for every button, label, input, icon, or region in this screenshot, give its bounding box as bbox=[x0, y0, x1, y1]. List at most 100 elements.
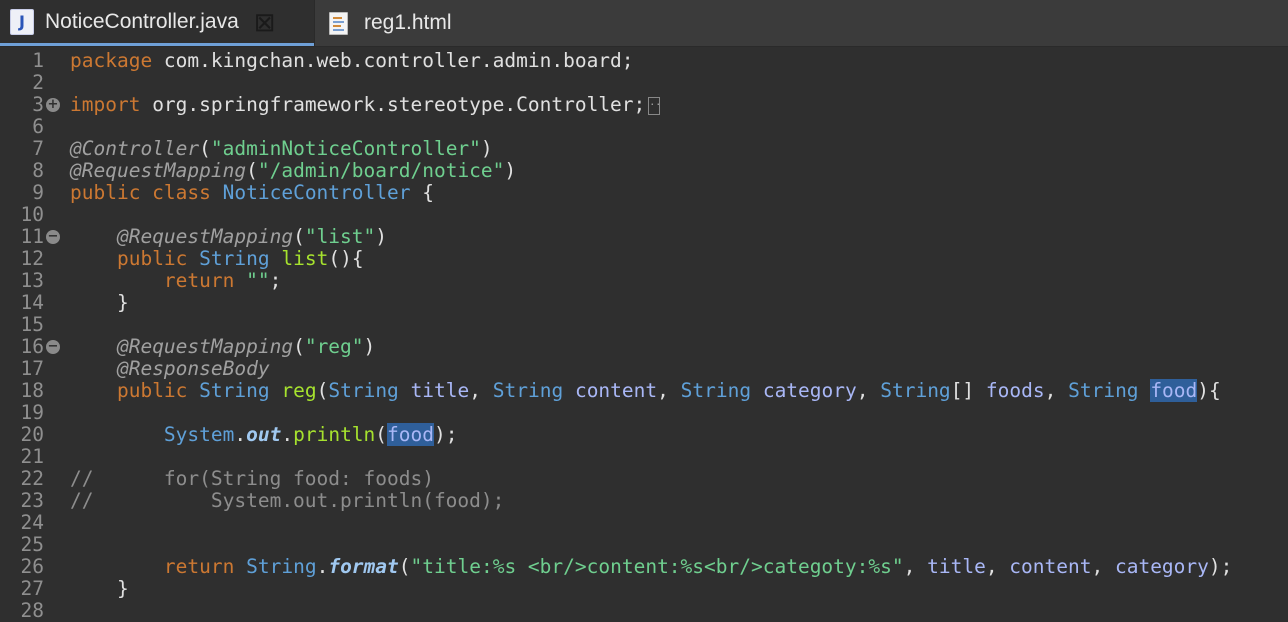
code-token: ); bbox=[434, 423, 458, 446]
code-token: , bbox=[657, 379, 681, 402]
code-line[interactable]: 12 public String list(){ bbox=[0, 248, 1288, 270]
code-line[interactable]: 11− @RequestMapping("list") bbox=[0, 226, 1288, 248]
expand-fold-icon[interactable]: + bbox=[46, 98, 60, 112]
code-token: food bbox=[1150, 379, 1198, 402]
code-editor[interactable]: 1 package com.kingchan.web.controller.adm… bbox=[0, 47, 1288, 622]
code-line[interactable]: 22 // for(String food: foods) bbox=[0, 468, 1288, 490]
code-token: , bbox=[469, 379, 493, 402]
code-line[interactable]: 20 System.out.println(food); bbox=[0, 423, 1288, 446]
line-number: 15 bbox=[20, 313, 44, 336]
line-number: 12 bbox=[20, 247, 44, 270]
code-line[interactable]: 18 public String reg(String title, Strin… bbox=[0, 379, 1288, 402]
code-text: System.out.println(food); bbox=[70, 423, 458, 446]
line-number: 23 bbox=[20, 489, 44, 512]
code-line[interactable]: 10 bbox=[0, 204, 1288, 226]
line-number: 18 bbox=[20, 379, 44, 402]
code-token: @RequestMapping bbox=[70, 159, 247, 182]
code-line[interactable]: 19 bbox=[0, 402, 1288, 424]
code-token: , bbox=[985, 555, 1010, 578]
code-token: @RequestMapping bbox=[116, 335, 294, 358]
code-line[interactable]: 28 bbox=[0, 600, 1288, 622]
code-token: String bbox=[680, 379, 752, 402]
code-line[interactable]: 15 bbox=[0, 314, 1288, 336]
code-line[interactable]: 24 bbox=[0, 512, 1288, 534]
code-line[interactable]: 27 } bbox=[0, 578, 1288, 600]
code-token: ); bbox=[1208, 555, 1233, 578]
code-line[interactable]: 17 @ResponseBody bbox=[0, 358, 1288, 380]
code-text: import org.springframework.stereotype.Co… bbox=[70, 93, 661, 116]
code-token: ){ bbox=[1197, 379, 1221, 402]
tab-notice-controller-java[interactable]: J NoticeController.java ⊠ bbox=[0, 0, 314, 46]
code-token: String bbox=[328, 379, 399, 402]
collapse-fold-icon[interactable]: − bbox=[46, 340, 60, 354]
code-token: category bbox=[1114, 555, 1209, 578]
code-token: reg bbox=[281, 379, 317, 402]
code-text: // for(String food: foods) bbox=[70, 468, 434, 490]
line-number: 21 bbox=[20, 445, 44, 468]
code-token: content bbox=[1009, 555, 1092, 578]
code-token: content bbox=[574, 379, 658, 402]
code-line[interactable]: 23 // System.out.println(food); bbox=[0, 490, 1288, 512]
code-token: (){ bbox=[328, 247, 364, 270]
code-token: } bbox=[70, 577, 129, 600]
code-token: "adminNoticeController" bbox=[210, 137, 481, 160]
code-line[interactable]: 7 @Controller("adminNoticeController") bbox=[0, 138, 1288, 160]
line-number: 1 bbox=[32, 49, 44, 72]
code-token: package bbox=[70, 49, 153, 72]
code-token: . bbox=[234, 423, 247, 446]
code-line[interactable]: 6 bbox=[0, 116, 1288, 138]
code-line[interactable]: 14 } bbox=[0, 292, 1288, 314]
code-token: System bbox=[163, 423, 235, 446]
code-text: return ""; bbox=[70, 270, 281, 292]
code-line[interactable]: 13 return ""; bbox=[0, 270, 1288, 292]
java-file-icon: J bbox=[10, 8, 34, 35]
code-line[interactable]: 21 bbox=[0, 446, 1288, 468]
code-text: // System.out.println(food); bbox=[70, 490, 504, 512]
close-icon[interactable]: ⊠ bbox=[254, 9, 276, 35]
code-line[interactable]: 16− @RequestMapping("reg") bbox=[0, 336, 1288, 358]
code-line[interactable]: 26 return String.format("title:%s <br/>c… bbox=[0, 556, 1288, 578]
code-token: list bbox=[281, 247, 329, 270]
code-line[interactable]: 1 package com.kingchan.web.controller.adm… bbox=[0, 50, 1288, 72]
code-token: [] bbox=[950, 379, 986, 402]
code-line[interactable]: 9 public class NoticeController { bbox=[0, 182, 1288, 204]
code-text: } bbox=[70, 578, 129, 600]
code-text: @RequestMapping("list") bbox=[70, 226, 387, 248]
line-number: 7 bbox=[32, 137, 44, 160]
tab-label: NoticeController.java bbox=[45, 9, 239, 33]
code-line[interactable]: 8 @RequestMapping("/admin/board/notice") bbox=[0, 160, 1288, 182]
code-token: ( bbox=[398, 555, 411, 578]
code-token: String bbox=[1068, 379, 1139, 402]
code-line[interactable]: 3 + import org.springframework.stereotype.… bbox=[0, 94, 1288, 116]
code-token: food bbox=[387, 423, 435, 446]
code-line[interactable]: 25 bbox=[0, 534, 1288, 556]
editor-tab-bar: J NoticeController.java ⊠ reg1.html bbox=[0, 0, 1288, 47]
code-token: } bbox=[70, 291, 129, 314]
code-token: . bbox=[316, 555, 329, 578]
code-token: return bbox=[163, 555, 235, 578]
code-line[interactable]: 2 bbox=[0, 72, 1288, 94]
line-number: 11 bbox=[20, 225, 44, 248]
collapse-fold-icon[interactable]: − bbox=[46, 230, 60, 244]
tab-reg1-html[interactable]: reg1.html bbox=[314, 0, 484, 46]
line-number: 10 bbox=[20, 203, 44, 226]
code-token: ; bbox=[269, 269, 282, 292]
code-token: , bbox=[1044, 379, 1069, 402]
line-number: 17 bbox=[20, 357, 44, 380]
line-number: 3 bbox=[32, 93, 44, 116]
code-token: ( bbox=[375, 423, 388, 446]
collapsed-imports-marker[interactable]: .. bbox=[648, 96, 661, 115]
code-text: } bbox=[70, 292, 129, 314]
code-token: org.springframework.stereotype.Controlle… bbox=[140, 93, 646, 116]
code-token: @Controller bbox=[70, 137, 200, 160]
code-token: String bbox=[246, 555, 317, 578]
line-number: 22 bbox=[20, 467, 44, 490]
code-token: return bbox=[163, 269, 235, 292]
